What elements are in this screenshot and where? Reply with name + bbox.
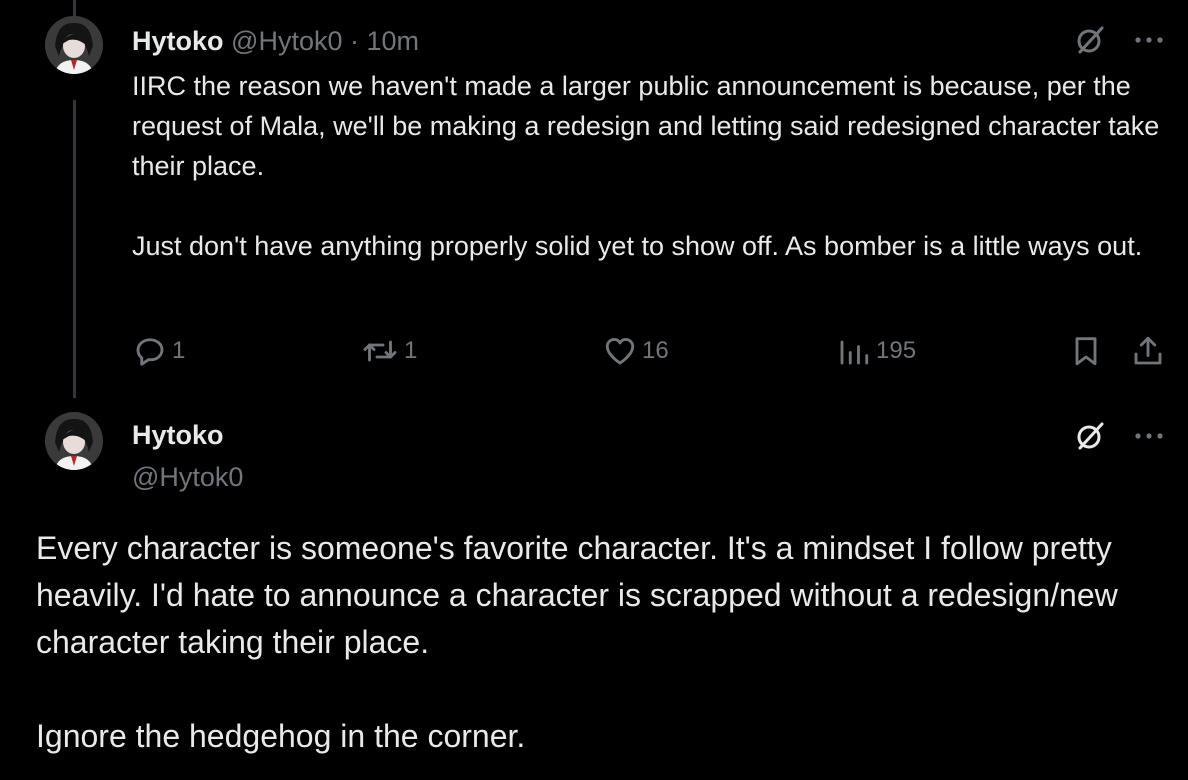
user-handle[interactable]: @Hytok0 — [132, 460, 243, 494]
user-handle[interactable]: @Hytok0 — [231, 26, 342, 56]
tweet-top-actions — [1072, 22, 1164, 58]
bookmark-icon — [1068, 333, 1104, 369]
avatar[interactable] — [45, 412, 103, 470]
views-count: 195 — [876, 337, 917, 364]
avatar-image — [45, 16, 103, 74]
like-button[interactable]: 16 — [602, 331, 669, 371]
separator-dot: · — [342, 26, 367, 56]
timestamp[interactable]: 10m — [366, 26, 419, 56]
tweet-header: Hytoko @Hytok0 · 10m — [132, 24, 419, 58]
display-name[interactable]: Hytoko — [132, 26, 224, 56]
tweet-text: IIRC the reason we haven't made a larger… — [132, 71, 1160, 261]
tweet-text: Every character is someone's favorite ch… — [36, 530, 1118, 754]
views-icon — [836, 333, 872, 369]
avatar-image — [45, 412, 103, 470]
reply-icon — [132, 333, 168, 369]
action-bar: 1 1 16 195 — [132, 331, 1172, 371]
tweet-top-actions — [1072, 418, 1164, 454]
display-name[interactable]: Hytoko — [132, 418, 224, 452]
views-button[interactable]: 195 — [836, 331, 916, 371]
share-icon — [1130, 333, 1166, 369]
avatar[interactable] — [45, 16, 103, 74]
grok-icon[interactable] — [1072, 22, 1108, 58]
like-count: 16 — [642, 337, 669, 364]
more-icon[interactable] — [1134, 35, 1164, 45]
heart-icon — [602, 333, 638, 369]
reply-button[interactable]: 1 — [132, 331, 185, 371]
more-icon[interactable] — [1134, 431, 1164, 441]
repost-icon — [360, 333, 400, 369]
grok-icon[interactable] — [1072, 418, 1108, 454]
thread-line — [73, 100, 76, 398]
share-button[interactable] — [1130, 331, 1166, 371]
repost-count: 1 — [404, 337, 418, 364]
reply-count: 1 — [172, 337, 186, 364]
repost-button[interactable]: 1 — [360, 331, 417, 371]
bookmark-button[interactable] — [1068, 331, 1104, 371]
